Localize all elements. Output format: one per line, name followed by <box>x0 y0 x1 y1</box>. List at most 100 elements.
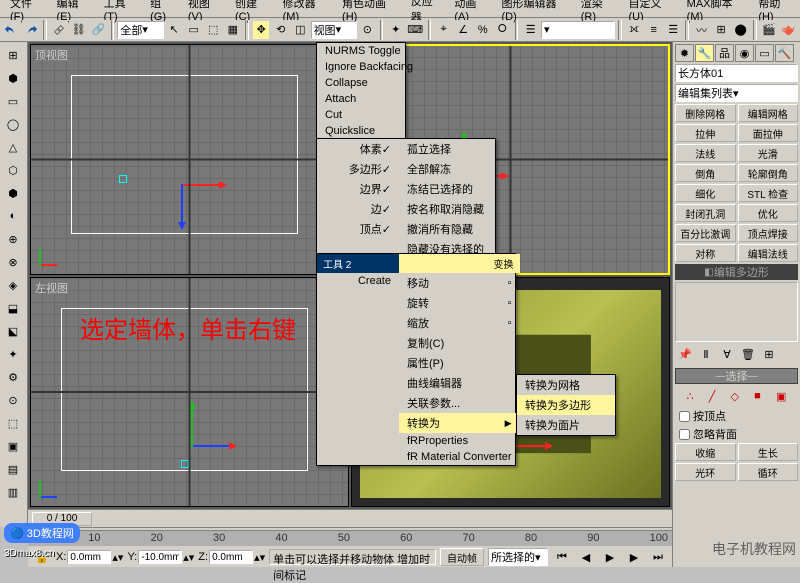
ctx-scale[interactable]: 缩放▫ <box>399 313 520 333</box>
axis-x[interactable] <box>181 184 221 186</box>
pivot-icon[interactable]: ⊙ <box>358 20 377 40</box>
select-icon[interactable]: ↖ <box>165 20 184 40</box>
btn-sym[interactable]: 对称 <box>675 244 736 262</box>
r13-icon[interactable]: ⚙ <box>2 366 24 388</box>
ctx-create[interactable]: Create <box>317 273 399 289</box>
btn-shrink[interactable]: 收缩 <box>675 443 736 461</box>
stack-list[interactable] <box>675 282 798 342</box>
ctx-ignore-bf[interactable]: Ignore Backfacing <box>317 59 405 75</box>
poly-icon[interactable]: ■ <box>754 390 761 403</box>
ctx-convert-to[interactable]: 转换为▶ <box>399 413 520 433</box>
goto-start-icon[interactable]: ⏮ <box>552 547 572 567</box>
r10-icon[interactable]: ⬓ <box>2 297 24 319</box>
coord-z-input[interactable] <box>209 550 253 564</box>
named-sel-icon[interactable]: ☰ <box>521 20 540 40</box>
ctx-frprops[interactable]: fRProperties <box>399 433 520 449</box>
window-crossing-icon[interactable]: ▦ <box>224 20 243 40</box>
tab-panel-icon[interactable]: ⊞ <box>2 44 24 66</box>
btn-stl[interactable]: STL 检查 <box>738 184 799 202</box>
layers-icon[interactable]: ☰ <box>664 20 683 40</box>
r16-icon[interactable]: ▣ <box>2 435 24 457</box>
modifier-list[interactable]: 编辑集列表 ▾ <box>675 84 798 102</box>
r15-icon[interactable]: ⬚ <box>2 412 24 434</box>
ctx-copy[interactable]: 复制(C) <box>399 333 520 353</box>
axis-y[interactable] <box>181 184 183 224</box>
ctx-curve-ed[interactable]: 曲线编辑器 <box>399 373 520 393</box>
btn-del-mesh[interactable]: 删除网格 <box>675 104 736 122</box>
spinner-snap-icon[interactable]: ⭘ <box>493 20 512 40</box>
btn-ring[interactable]: 光环 <box>675 463 736 481</box>
ctx-cut[interactable]: Cut <box>317 107 405 123</box>
axis-y[interactable] <box>191 407 193 447</box>
ctx-to-patch[interactable]: 转换为面片 <box>517 415 615 435</box>
goto-end-icon[interactable]: ⏭ <box>648 547 668 567</box>
coord-x-input[interactable] <box>67 550 111 564</box>
btn-optimize[interactable]: 优化 <box>738 204 799 222</box>
r14-icon[interactable]: ⊙ <box>2 389 24 411</box>
remove-mod-icon[interactable]: 🗑 <box>738 344 758 364</box>
tab-motion-icon[interactable]: ◉ <box>735 44 754 62</box>
move-icon[interactable]: ✥ <box>252 20 271 40</box>
tab-util-icon[interactable]: 🔨 <box>775 44 794 62</box>
ref-coord[interactable]: 视图▾ <box>311 21 357 39</box>
redo-icon[interactable] <box>22 20 41 40</box>
r9-icon[interactable]: ◈ <box>2 274 24 296</box>
btn-smooth[interactable]: 光滑 <box>738 144 799 162</box>
mirror-icon[interactable]: ⟗ <box>625 20 644 40</box>
ctx-edge[interactable]: 边 ✓ <box>317 199 399 219</box>
ctx-isolate[interactable]: 孤立选择 <box>399 139 495 159</box>
btn-loop[interactable]: 循环 <box>738 463 799 481</box>
ctx-unhide-all[interactable]: 撤消所有隐藏 <box>399 219 495 239</box>
schematic-icon[interactable]: ⊞ <box>712 20 731 40</box>
autokey-button[interactable]: 自动帧 <box>440 548 484 566</box>
show-end-icon[interactable]: Ⅱ <box>696 344 716 364</box>
tab-display-icon[interactable]: ▭ <box>755 44 774 62</box>
btn-grow[interactable]: 生长 <box>738 443 799 461</box>
ctx-rotate[interactable]: 旋转▫ <box>399 293 520 313</box>
stack-header[interactable]: ◧ 编辑多边形 <box>675 264 798 280</box>
pct-snap-icon[interactable]: % <box>473 20 492 40</box>
btn-cap[interactable]: 封闭孔洞 <box>675 204 736 222</box>
tab-hierarchy-icon[interactable]: 品 <box>715 44 734 62</box>
select-name-icon[interactable]: ▭ <box>184 20 203 40</box>
object-name[interactable]: 长方体01 <box>675 64 798 82</box>
selection-filter[interactable]: 全部▾ <box>117 21 163 39</box>
unique-icon[interactable]: ∀ <box>717 344 737 364</box>
undo-icon[interactable] <box>2 20 21 40</box>
ctx-collapse[interactable]: Collapse <box>317 75 405 91</box>
time-slider-bar[interactable]: 0 / 100 <box>28 510 672 528</box>
btn-outline-bevel[interactable]: 轮廓倒角 <box>738 164 799 182</box>
btn-normal[interactable]: 法线 <box>675 144 736 162</box>
config-icon[interactable]: ⊞ <box>759 344 779 364</box>
r2-icon[interactable]: ◯ <box>2 113 24 135</box>
btn-tess[interactable]: 细化 <box>675 184 736 202</box>
btn-extrude[interactable]: 拉伸 <box>675 124 736 142</box>
bind-icon[interactable]: 🔗 <box>89 20 108 40</box>
move-gizmo[interactable] <box>181 155 241 215</box>
ctx-unfreeze[interactable]: 全部解冻 <box>399 159 495 179</box>
btn-face-ext[interactable]: 面拉伸 <box>738 124 799 142</box>
ctx-to-poly[interactable]: 转换为多边形 <box>517 395 615 415</box>
r8-icon[interactable]: ⊗ <box>2 251 24 273</box>
rollout-selection[interactable]: — 选择 — <box>675 368 798 384</box>
curve-editor-icon[interactable]: 〰 <box>692 20 711 40</box>
move-gizmo[interactable] <box>191 416 251 476</box>
link-icon[interactable] <box>50 20 69 40</box>
r3-icon[interactable]: △ <box>2 136 24 158</box>
select-rect-icon[interactable]: ⬚ <box>204 20 223 40</box>
ctx-element[interactable]: 体素 ✓ <box>317 139 399 159</box>
ctx-to-mesh[interactable]: 转换为网格 <box>517 375 615 395</box>
ctx-vertex[interactable]: 顶点 ✓ <box>317 219 399 239</box>
border-icon[interactable]: ◇ <box>731 390 739 403</box>
chk-by-vertex[interactable]: 按顶点 <box>675 407 798 425</box>
ctx-unhide-name[interactable]: 按名称取消隐藏 <box>399 199 495 219</box>
r1-icon[interactable]: ▭ <box>2 90 24 112</box>
play-icon[interactable]: ▶ <box>600 547 620 567</box>
quick-render-icon[interactable]: 🫖 <box>779 20 798 40</box>
sel-handle[interactable] <box>119 175 127 183</box>
btn-edit-mesh[interactable]: 编辑网格 <box>738 104 799 122</box>
r5-icon[interactable]: ⬢ <box>2 182 24 204</box>
tab-modify-icon[interactable]: 🔧 <box>695 44 714 62</box>
ctx-wire-param[interactable]: 关联参数... <box>399 393 520 413</box>
vertex-icon[interactable]: ∴ <box>687 390 694 403</box>
